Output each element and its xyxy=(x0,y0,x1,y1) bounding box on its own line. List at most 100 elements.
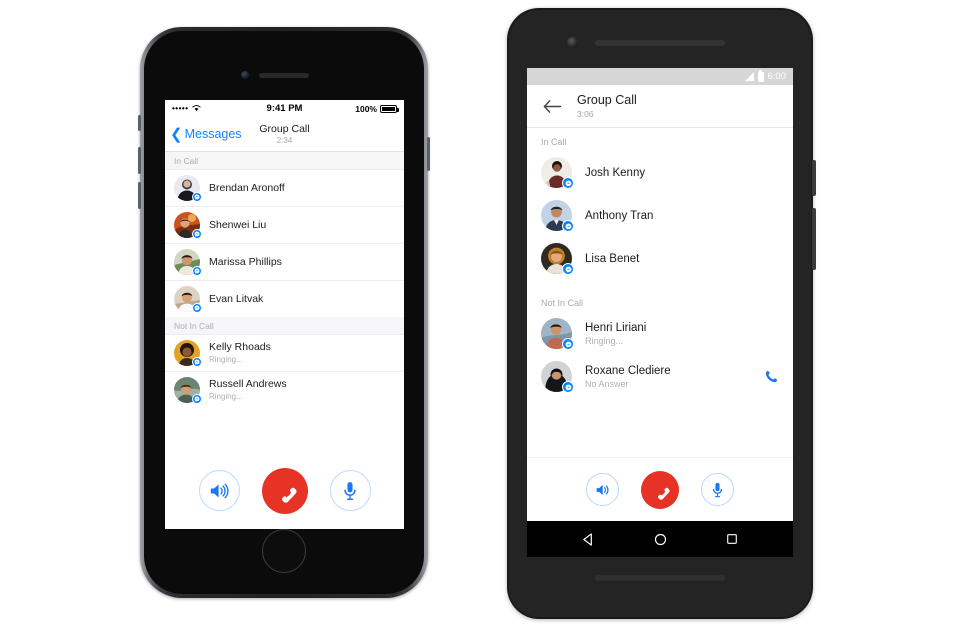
contact-name: Brendan Aronoff xyxy=(209,181,285,194)
iphone-volume-down-button[interactable] xyxy=(138,182,141,209)
iphone-silent-switch[interactable] xyxy=(138,115,141,131)
avatar xyxy=(541,157,574,189)
contact-name: Henri Liriani xyxy=(585,321,647,334)
scene-root: ••••• 9:41 PM 100% ❮ Messages Group Call xyxy=(0,0,960,627)
chevron-left-icon: ❮ xyxy=(170,125,183,143)
contact-name: Lisa Benet xyxy=(585,252,640,265)
list-item[interactable]: Kelly Rhoads Ringing... xyxy=(165,335,404,372)
list-item-text: Marissa Phillips xyxy=(209,256,282,269)
messenger-badge-icon xyxy=(192,303,202,313)
android-back-button[interactable] xyxy=(582,532,595,546)
messenger-badge-icon xyxy=(562,338,574,350)
list-item[interactable]: Marissa Phillips xyxy=(165,244,404,281)
section-header-not-in-call: Not In Call xyxy=(165,317,404,335)
android-volume-rocker[interactable] xyxy=(812,208,816,270)
mute-button[interactable] xyxy=(329,470,371,511)
ios-call-controls xyxy=(165,452,404,529)
list-item-text: Brendan Aronoff xyxy=(209,182,285,195)
list-item[interactable]: Roxane Clediere No Answer xyxy=(527,355,793,398)
list-item-text: Shenwei Liu xyxy=(209,219,266,232)
android-power-button[interactable] xyxy=(812,160,816,196)
avatar xyxy=(174,377,202,404)
list-item[interactable]: Lisa Benet xyxy=(527,237,793,280)
messenger-badge-icon xyxy=(562,381,574,393)
list-item[interactable]: Shenwei Liu xyxy=(165,207,404,244)
arrow-left-icon xyxy=(543,99,561,113)
list-item-text: Kelly Rhoads Ringing... xyxy=(209,341,271,365)
android-device: 6:00 Group Call 3:06 In Call Josh Kenny … xyxy=(507,8,816,619)
call-duration: 3:06 xyxy=(577,108,594,119)
avatar xyxy=(541,243,574,275)
avatar xyxy=(174,175,202,202)
list-item[interactable]: Evan Litvak xyxy=(165,281,404,317)
end-call-button[interactable] xyxy=(261,467,308,514)
iphone-front-camera xyxy=(241,71,249,79)
messenger-badge-icon xyxy=(192,394,202,404)
list-item-text: Josh Kenny xyxy=(585,166,645,180)
section-header-not-in-call: Not In Call xyxy=(527,280,793,312)
iphone-home-button[interactable] xyxy=(262,529,306,573)
contact-status: No Answer xyxy=(585,378,629,389)
android-title-block: Group Call 3:06 xyxy=(577,93,637,120)
mute-button[interactable] xyxy=(701,473,734,506)
battery-icon xyxy=(757,69,764,82)
contact-status: Ringing... xyxy=(209,392,243,401)
contact-name: Marissa Phillips xyxy=(209,255,282,268)
speaker-button[interactable] xyxy=(198,470,240,511)
contact-name: Kelly Rhoads xyxy=(209,341,271,353)
section-header-in-call: In Call xyxy=(165,152,404,170)
android-recents-button[interactable] xyxy=(726,533,738,545)
android-navigation-bar xyxy=(527,521,793,557)
android-clock: 6:00 xyxy=(767,71,787,82)
list-item[interactable]: Russell Andrews Ringing... xyxy=(165,372,404,408)
android-front-camera xyxy=(567,37,578,48)
list-item[interactable]: Henri Liriani Ringing... xyxy=(527,312,793,355)
contact-name: Anthony Tran xyxy=(585,209,654,222)
contact-status: Ringing... xyxy=(585,335,624,346)
phone-call-icon xyxy=(765,370,778,383)
avatar xyxy=(174,212,202,239)
microphone-icon xyxy=(344,481,356,500)
android-home-button[interactable] xyxy=(654,533,667,546)
section-header-in-call: In Call xyxy=(527,128,793,151)
triangle-back-icon xyxy=(583,532,593,546)
back-button[interactable] xyxy=(539,93,565,119)
avatar xyxy=(541,200,574,232)
avatar xyxy=(174,286,202,313)
iphone-volume-up-button[interactable] xyxy=(138,147,141,174)
circle-home-icon xyxy=(654,533,667,545)
messenger-badge-icon xyxy=(562,177,574,189)
contact-name: Shenwei Liu xyxy=(209,218,267,231)
battery-full-icon xyxy=(380,104,399,113)
signal-icon xyxy=(744,72,754,81)
android-call-controls xyxy=(527,457,793,521)
contact-status: Ringing... xyxy=(209,355,243,364)
end-call-button[interactable] xyxy=(641,470,679,509)
contact-name: Roxane Clediere xyxy=(585,364,671,377)
android-earpiece-speaker xyxy=(595,40,725,46)
list-item[interactable]: Josh Kenny xyxy=(527,151,793,194)
list-item-text: Roxane Clediere No Answer xyxy=(585,364,671,390)
speaker-button[interactable] xyxy=(586,473,619,506)
iphone-screen: ••••• 9:41 PM 100% ❮ Messages Group Call xyxy=(165,100,404,529)
back-button-label: Messages xyxy=(184,127,242,141)
list-item[interactable]: Brendan Aronoff xyxy=(165,170,404,207)
android-app-bar: Group Call 3:06 xyxy=(527,85,793,128)
android-bottom-speaker xyxy=(595,575,725,581)
contact-name: Josh Kenny xyxy=(585,166,646,179)
contact-name: Russell Andrews xyxy=(209,378,287,390)
messenger-badge-icon xyxy=(192,266,202,276)
list-item-text: Anthony Tran xyxy=(585,209,653,223)
list-item[interactable]: Anthony Tran xyxy=(527,194,793,237)
avatar xyxy=(541,361,574,393)
hangup-icon xyxy=(282,487,297,503)
square-recents-icon xyxy=(726,534,737,544)
avatar xyxy=(174,340,202,367)
call-back-button[interactable] xyxy=(764,369,779,384)
messenger-badge-icon xyxy=(562,220,574,232)
list-item-text: Lisa Benet xyxy=(585,252,639,266)
speaker-icon xyxy=(596,484,608,495)
back-to-messages-button[interactable]: ❮ Messages xyxy=(165,127,242,142)
ios-clock: 9:41 PM xyxy=(266,103,303,114)
iphone-power-button[interactable] xyxy=(427,137,430,171)
